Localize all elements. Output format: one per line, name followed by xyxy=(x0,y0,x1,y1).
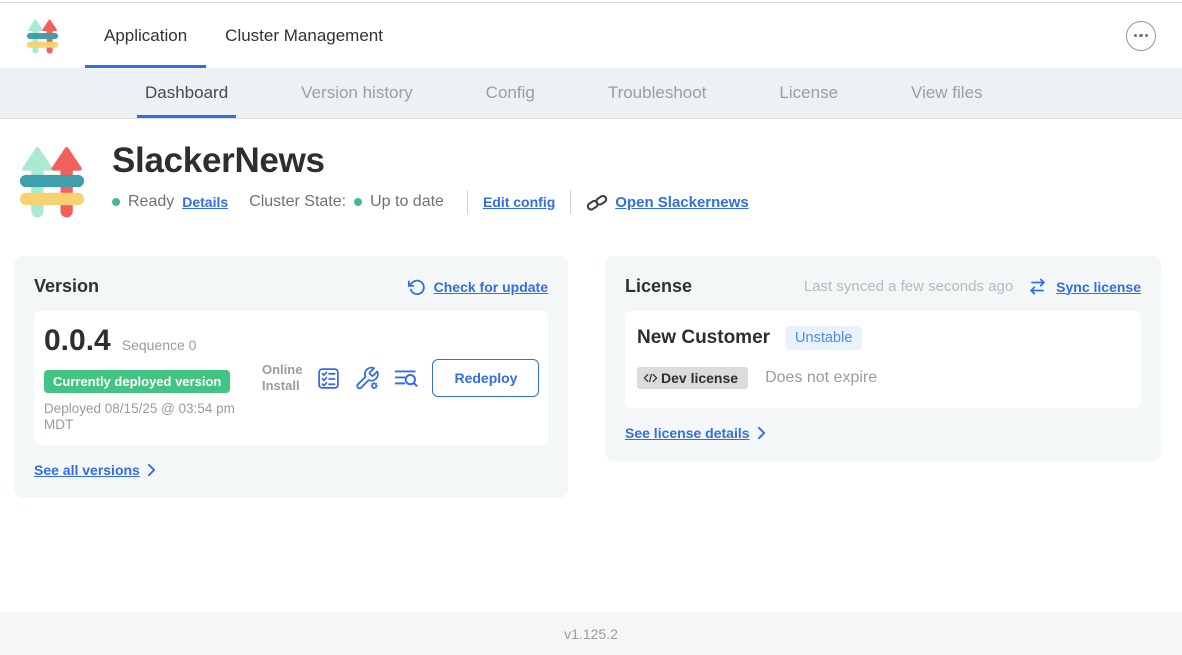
cluster-state-dot xyxy=(354,198,362,206)
channel-badge: Unstable xyxy=(785,326,862,350)
subnav-item-license[interactable]: License xyxy=(779,68,838,118)
cluster-state-value: Up to date xyxy=(370,193,444,211)
app-status-dot xyxy=(112,198,120,206)
console-footer: v1.125.2 xyxy=(0,612,1182,655)
cluster-state-label: Cluster State: xyxy=(249,193,346,211)
version-sequence: Sequence 0 xyxy=(122,337,197,353)
license-type-tag: Dev license xyxy=(637,367,748,389)
version-number: 0.0.4 xyxy=(44,324,111,358)
more-menu-button[interactable] xyxy=(1126,21,1156,51)
config-wrench-gear-icon[interactable] xyxy=(354,365,380,391)
license-card: License Last synced a few seconds ago Sy… xyxy=(605,256,1161,461)
open-app-link[interactable]: Open Slackernews xyxy=(615,194,748,211)
sync-arrows-icon xyxy=(1028,277,1047,296)
install-type-line1: Online xyxy=(262,362,302,378)
license-expiry: Does not expire xyxy=(765,369,877,387)
install-type-line2: Install xyxy=(262,378,302,394)
log-search-icon[interactable] xyxy=(393,365,419,391)
last-synced-text: Last synced a few seconds ago xyxy=(804,278,1013,295)
redeploy-button[interactable]: Redeploy xyxy=(432,359,539,397)
code-icon xyxy=(643,372,658,384)
tab-cluster-management[interactable]: Cluster Management xyxy=(206,3,402,68)
subnav-item-config[interactable]: Config xyxy=(486,68,535,118)
edit-config-link[interactable]: Edit config xyxy=(483,194,555,210)
subnav-dashboard-label: Dashboard xyxy=(145,83,228,103)
subnav-version-history-label: Version history xyxy=(301,83,413,103)
primary-tabs: Application Cluster Management xyxy=(85,3,402,68)
brand-logo xyxy=(26,3,59,68)
divider xyxy=(570,190,571,214)
refresh-icon xyxy=(407,278,425,296)
see-all-versions-link[interactable]: See all versions xyxy=(34,462,140,478)
license-card-title: License xyxy=(625,276,692,297)
tab-application[interactable]: Application xyxy=(85,3,206,68)
subnav-item-view-files[interactable]: View files xyxy=(911,68,983,118)
app-subnav: Dashboard Version history Config Trouble… xyxy=(0,68,1182,119)
subnav-config-label: Config xyxy=(486,83,535,103)
deployed-status-badge: Currently deployed version xyxy=(44,370,230,393)
check-for-update-link[interactable]: Check for update xyxy=(434,279,548,295)
subnav-troubleshoot-label: Troubleshoot xyxy=(608,83,707,103)
subnav-item-dashboard[interactable]: Dashboard xyxy=(145,68,228,118)
hash-arrows-logo-icon xyxy=(26,17,59,55)
app-status-row: Ready Details Cluster State: Up to date … xyxy=(112,190,749,214)
app-title-section: SlackerNews Ready Details Cluster State:… xyxy=(0,139,1182,223)
subnav-view-files-label: View files xyxy=(911,83,983,103)
current-version-panel: 0.0.4 Sequence 0 Currently deployed vers… xyxy=(34,311,548,445)
tab-application-label: Application xyxy=(104,26,187,46)
subnav-license-label: License xyxy=(779,83,838,103)
subnav-item-troubleshoot[interactable]: Troubleshoot xyxy=(608,68,707,118)
details-link[interactable]: Details xyxy=(182,194,228,210)
version-card: Version Check for update 0.0.4 Sequ xyxy=(14,256,568,498)
app-status-label: Ready xyxy=(128,193,174,211)
tab-cluster-management-label: Cluster Management xyxy=(225,26,383,46)
ellipsis-icon xyxy=(1134,34,1137,37)
license-type-label: Dev license xyxy=(661,370,738,386)
app-header-bar: Application Cluster Management xyxy=(0,3,1182,68)
deployed-timestamp: Deployed 08/15/25 @ 03:54 pm MDT xyxy=(44,401,254,432)
app-icon xyxy=(18,139,86,223)
see-license-details-link[interactable]: See license details xyxy=(625,425,750,441)
sync-license-link[interactable]: Sync license xyxy=(1056,279,1141,295)
install-type-label: Online Install xyxy=(262,362,302,395)
preflight-checklist-icon[interactable] xyxy=(315,365,341,391)
console-version: v1.125.2 xyxy=(564,626,618,642)
divider xyxy=(467,190,468,214)
subnav-item-version-history[interactable]: Version history xyxy=(301,68,413,118)
chevron-right-icon xyxy=(147,463,156,477)
customer-name: New Customer xyxy=(637,327,770,349)
page-title: SlackerNews xyxy=(112,141,749,181)
chain-link-icon xyxy=(586,193,608,211)
chevron-right-icon xyxy=(757,426,766,440)
license-detail-panel: New Customer Unstable Dev license Does n… xyxy=(625,311,1141,408)
version-card-title: Version xyxy=(34,276,99,297)
